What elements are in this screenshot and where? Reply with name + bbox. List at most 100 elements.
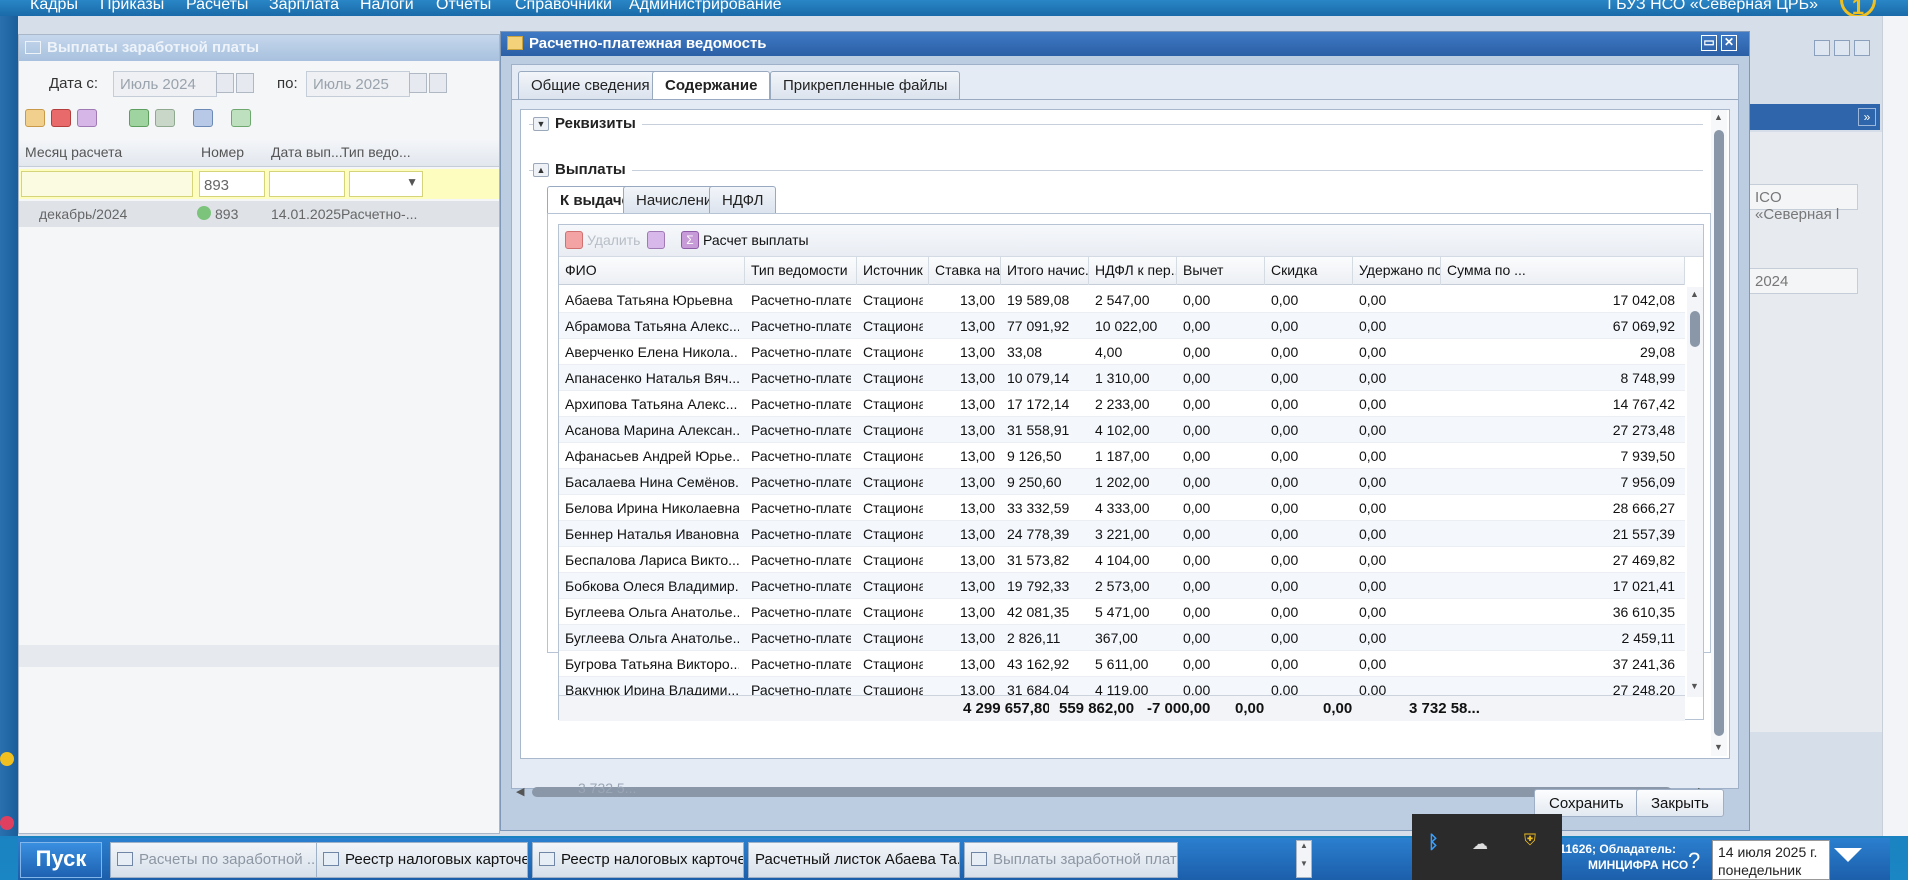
help-icon[interactable]: ? [1688,848,1700,874]
close-icon[interactable] [1854,40,1870,56]
maximize-icon[interactable]: ▭ [1701,35,1717,51]
scroll-down-icon[interactable]: ▼ [1714,742,1723,752]
edit-icon[interactable] [25,109,45,127]
scroll-thumb[interactable] [1714,130,1724,736]
col-ndfl-header[interactable]: НДФЛ к пер... [1089,257,1177,285]
tab-ndfl[interactable]: НДФЛ [709,186,777,214]
settings-icon[interactable] [77,109,97,127]
number-filter-input[interactable]: 893 [199,171,265,197]
delete-icon[interactable] [51,109,71,127]
menu-nalogi[interactable]: Налоги [360,0,414,14]
table-row[interactable]: Абаева Татьяна Юрьевна Расчетно-платеж...… [559,287,1685,313]
table-row[interactable]: Вакунюк Ирина Владими...Расчетно-платеж.… [559,677,1685,697]
minimize-icon[interactable] [1814,40,1830,56]
scroll-down-icon[interactable]: ▼ [1690,681,1699,691]
clear-date-icon[interactable] [429,73,447,93]
table-row[interactable]: Архипова Татьяна Алекс... Расчетно-платеж… [559,391,1685,417]
col-discount-header[interactable]: Скидка [1265,257,1353,285]
year-field[interactable]: 2024 [1748,268,1858,294]
table-row[interactable]: Белова Ирина Николаевна Расчетно-платеж..… [559,495,1685,521]
task-tax-cards-2[interactable]: Реестр налоговых карточек [532,842,744,878]
table-row[interactable]: Апанасенко Наталья Вяч... Расчетно-платеж… [559,365,1685,391]
table-row[interactable]: Беспалова Лариса Викто... Расчетно-платеж… [559,547,1685,573]
section-payments[interactable]: ▲ Выплаты [533,161,632,178]
month-filter-input[interactable] [21,171,193,197]
task-payslip[interactable]: Расчетный листок Абаева Та... [748,842,960,878]
scroll-up-icon[interactable]: ▲ [1690,289,1699,299]
restore-icon[interactable] [1834,40,1850,56]
date-to-field[interactable]: Июль 2025 [306,71,410,97]
date-from-field[interactable]: Июль 2024 [113,71,217,97]
scroll-thumb[interactable] [532,787,1672,797]
delete-icon[interactable] [565,231,583,249]
table-row[interactable]: Бугрова Татьяна Викторо... Расчетно-плате… [559,651,1685,677]
scroll-up-icon[interactable]: ▲ [1714,112,1723,122]
table-row[interactable]: Буглеева Ольга Анатолье... Расчетно-плате… [559,599,1685,625]
refresh-icon[interactable] [231,109,251,127]
taskbar-scroll[interactable]: ▲ ▼ [1296,840,1312,878]
col-accrued-header[interactable]: Итого начис... [1001,257,1089,285]
table-row[interactable]: Беннер Наталья Ивановна Расчетно-платеж..… [559,521,1685,547]
table-row[interactable]: Асанова Марина Алексан... Расчетно-платеж… [559,417,1685,443]
task-salary-calc[interactable]: Расчеты по заработной ... [110,842,328,878]
calc-payment-button[interactable]: Расчет выплаты [703,232,809,248]
tab-attachments[interactable]: Прикрепленные файлы [770,71,961,99]
expand-icon[interactable]: » [1858,108,1876,126]
type-filter-select[interactable]: ▼ [349,171,423,197]
cloud-icon[interactable]: ☁ [1472,834,1488,854]
calendar-icon[interactable] [409,73,427,93]
collapse-icon[interactable]: ▲ [533,163,549,178]
settings-icon[interactable] [647,231,665,249]
unapprove-icon[interactable] [155,109,175,127]
shield-icon[interactable]: ⛨ [1524,832,1536,850]
org-field[interactable]: ICO «Северная l [1748,184,1858,223]
table-row[interactable]: Афанасьев Андрей Юрье... Расчетно-платеж.… [559,443,1685,469]
date-filter-input[interactable] [269,171,345,197]
task-tax-cards-1[interactable]: Реестр налоговых карточек [316,842,528,878]
table-row[interactable]: Абрамова Татьяна Алекс... Расчетно-платеж… [559,313,1685,339]
bluetooth-icon[interactable]: ᛒ [1428,832,1439,853]
menu-zarplata[interactable]: Зарплата [269,0,339,14]
table-row[interactable]: Буглеева Ольга Анатолье... Расчетно-плате… [559,625,1685,651]
start-button[interactable]: Пуск [20,842,102,878]
menu-kadry[interactable]: Кадры [30,0,78,14]
col-sum-header[interactable]: Сумма по ... [1441,257,1685,285]
tab-content[interactable]: Содержание [652,71,771,99]
content-vertical-scrollbar[interactable]: ▲ ▼ [1711,110,1727,756]
col-statement-type-header[interactable]: Тип ведомости [745,257,857,285]
table-row[interactable]: декабрь/2024 893 14.01.2025 Расчетно-... [19,201,499,227]
menu-spravochniki[interactable]: Справочники [515,0,612,14]
col-withheld-header[interactable]: Удержано по... [1353,257,1441,285]
col-source-header[interactable]: Источник [857,257,929,285]
save-button[interactable]: Сохранить [1534,789,1639,817]
col-type[interactable]: Тип ведо... [341,144,411,160]
table-row[interactable]: Басалаева Нина Семёнов... Расчетно-платеж… [559,469,1685,495]
print-icon[interactable] [193,109,213,127]
col-deduction-header[interactable]: Вычет [1177,257,1265,285]
calendar-icon[interactable] [216,73,234,93]
close-icon[interactable]: ✕ [1721,35,1737,51]
sum-icon[interactable]: Σ [681,231,699,249]
expand-icon[interactable]: ▼ [533,117,549,132]
col-rate-header[interactable]: Ставка на... [929,257,1001,285]
table-row[interactable]: Бобкова Олеся Владимир... Расчетно-платеж… [559,573,1685,599]
grid-vertical-scrollbar[interactable]: ▲ ▼ [1687,287,1703,697]
close-button[interactable]: Закрыть [1636,789,1724,817]
col-number[interactable]: Номер [201,144,244,160]
menu-otchety[interactable]: Отчеты [436,0,491,14]
menu-prikazy[interactable]: Приказы [100,0,164,14]
clear-date-icon[interactable] [236,73,254,93]
tab-general[interactable]: Общие сведения [518,71,663,99]
approve-icon[interactable] [129,109,149,127]
scroll-thumb[interactable] [1690,311,1700,347]
menu-administrirovanie[interactable]: Администрирование [629,0,782,14]
task-payments[interactable]: Выплаты заработной платы [964,842,1178,878]
delete-button[interactable]: Удалить [587,232,640,248]
table-row[interactable]: Аверченко Елена Никола... Расчетно-платеж… [559,339,1685,365]
col-date[interactable]: Дата вып... [271,144,343,160]
menu-raschety[interactable]: Расчеты [186,0,248,14]
col-fio-header[interactable]: ФИО [559,257,745,285]
scroll-left-icon[interactable]: ◀ [516,785,524,798]
section-requisites[interactable]: ▼ Реквизиты [533,115,642,132]
chevron-down-icon[interactable] [1834,848,1862,862]
